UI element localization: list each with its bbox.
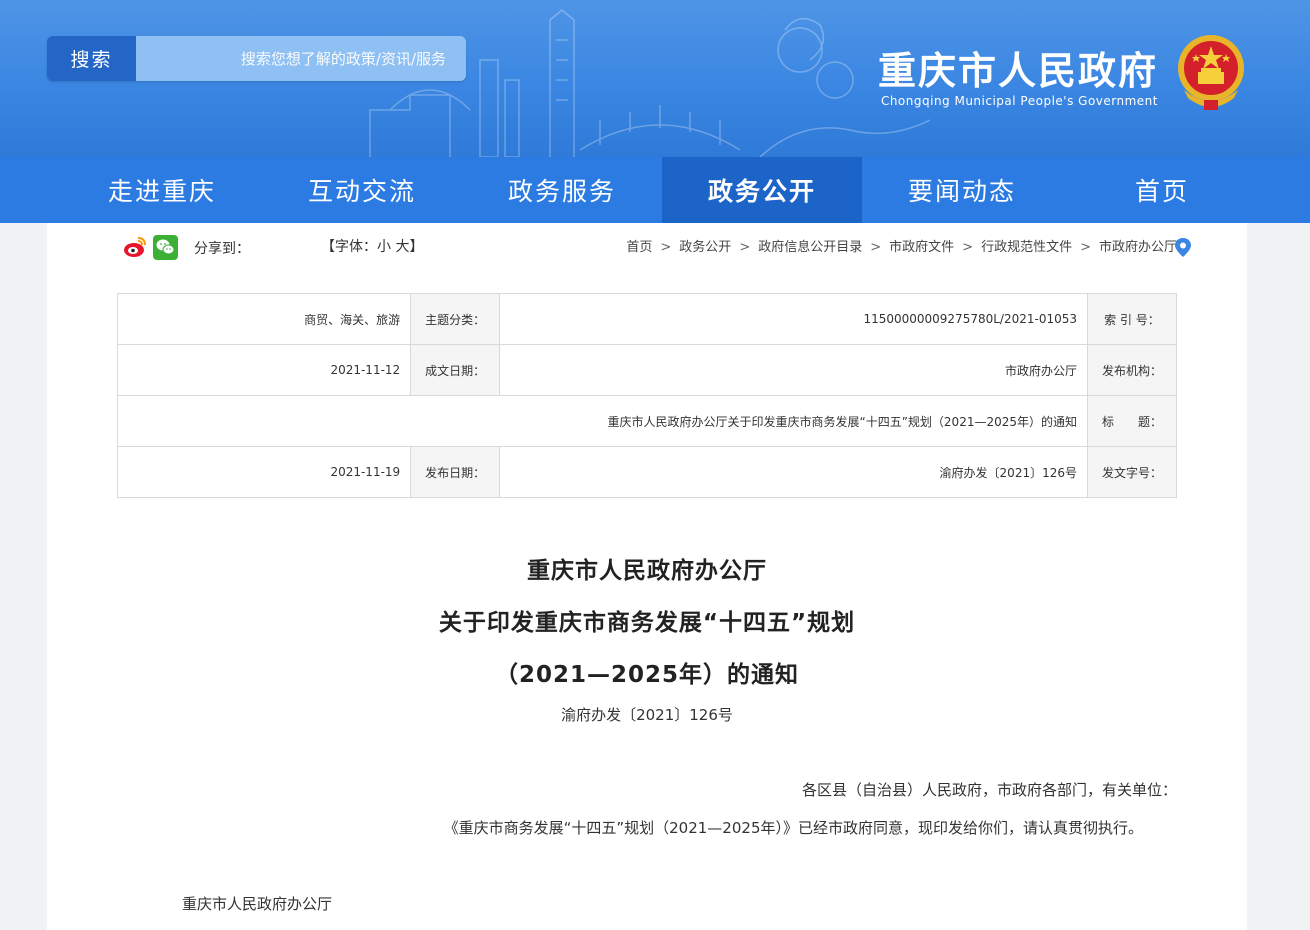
title-label: 标 题： xyxy=(1087,395,1177,447)
breadcrumb-city-docs[interactable]: 市政府文件 xyxy=(889,240,954,255)
breadcrumb-separator: > xyxy=(870,240,882,255)
topic-label: 主题分类： xyxy=(410,293,501,345)
site-title: 重庆市人民政府 xyxy=(877,49,1158,93)
font-ctrl-prefix: 【字体： xyxy=(321,239,377,255)
breadcrumb-gov-affairs[interactable]: 政务公开 xyxy=(679,240,731,255)
date-written-value: 2021-11-12 xyxy=(116,344,412,396)
breadcrumb: 首页 > 政务公开 > 政府信息公开目录 > 市政府文件 > 行政规范性文件 > 市政府办公厅 xyxy=(557,233,1177,263)
national-emblem-icon xyxy=(1178,35,1244,110)
date-pub-value: 2021-11-19 xyxy=(116,446,412,498)
table-row: 2021-11-12 成文日期： 市政府办公厅 发布机构： xyxy=(116,344,1177,396)
nav-item-interaction[interactable]: 互动交流 xyxy=(262,157,462,223)
index-value: 11500000009275780L/2021-01053 xyxy=(499,293,1088,345)
title-value: 重庆市人民政府办公厅关于印发重庆市商务发展“十四五”规划（2021—2025年）… xyxy=(117,395,1088,447)
breadcrumb-separator: > xyxy=(739,240,751,255)
document-number: 渝府办发〔2021〕126号 xyxy=(561,706,733,724)
document-body: 《重庆市商务发展“十四五”规划（2021—2025年）》已经市政府同意，现印发给… xyxy=(443,819,1143,837)
wechat-share-icon[interactable] xyxy=(153,235,178,260)
nav-item-zoujin-chongqing[interactable]: 走进重庆 xyxy=(62,157,262,223)
issuer-label: 发布机构： xyxy=(1087,344,1177,396)
breadcrumb-normative-docs[interactable]: 行政规范性文件 xyxy=(981,240,1072,255)
main-content: 分享到： 【字体：小 大】 首页 > 政务公开 > 政府信息公开目录 > 市政府文件 > 行政规… xyxy=(47,223,1247,930)
nav-item-news[interactable]: 要闻动态 xyxy=(862,157,1062,223)
index-label: 索 引 号： xyxy=(1087,293,1177,345)
topic-value: 商贸、海关、旅游 xyxy=(116,293,412,345)
table-row: 重庆市人民政府办公厅关于印发重庆市商务发展“十四五”规划（2021—2025年）… xyxy=(117,395,1177,447)
doc-no-value: 渝府办发〔2021〕126号 xyxy=(499,446,1088,498)
breadcrumb-home[interactable]: 首页 xyxy=(626,240,652,255)
breadcrumb-separator: > xyxy=(660,240,672,255)
font-size-small[interactable]: 小 xyxy=(377,239,391,255)
document-title-line-3: （2021—2025年）的通知 xyxy=(494,662,800,688)
breadcrumb-general-office[interactable]: 市政府办公厅 xyxy=(1099,240,1177,255)
doc-no-label: 发文字号： xyxy=(1087,446,1177,498)
font-size-large[interactable]: 大 xyxy=(395,239,409,255)
location-pin-icon xyxy=(1175,238,1191,257)
breadcrumb-separator: > xyxy=(962,240,974,255)
search-input[interactable] xyxy=(136,36,466,81)
breadcrumb-separator: > xyxy=(1080,240,1091,255)
document-title-line-2: 关于印发重庆市商务发展“十四五”规划 xyxy=(438,610,856,636)
document-title-line-1: 重庆市人民政府办公厅 xyxy=(527,558,767,584)
search-box: 搜索 xyxy=(47,36,466,81)
main-nav: 走进重庆 互动交流 政务服务 政务公开 要闻动态 首页 xyxy=(0,157,1310,223)
font-ctrl-suffix: 】 xyxy=(409,239,424,255)
search-button[interactable]: 搜索 xyxy=(47,36,136,81)
nav-item-gov-affairs[interactable]: 政务公开 xyxy=(662,157,862,223)
site-subtitle: Chongqing Municipal People's Government xyxy=(880,94,1158,108)
document-signature: 重庆市人民政府办公厅 xyxy=(182,895,333,913)
share-bar: 分享到： xyxy=(122,235,250,260)
date-written-label: 成文日期： xyxy=(410,344,501,396)
weibo-share-icon[interactable] xyxy=(122,235,147,260)
table-row: 商贸、海关、旅游 主题分类： 11500000009275780L/2021-0… xyxy=(116,293,1177,345)
date-pub-label: 发布日期： xyxy=(410,446,501,498)
breadcrumb-info-directory[interactable]: 政府信息公开目录 xyxy=(758,240,862,255)
document-addressee: 各区县（自治县）人民政府，市政府各部门，有关单位： xyxy=(801,781,1177,799)
site-header: 搜索 重庆市人民政府 Chongqing Municipal People's … xyxy=(0,0,1310,157)
nav-item-services[interactable]: 政务服务 xyxy=(462,157,662,223)
font-size-control: 【字体：小 大】 xyxy=(321,236,423,256)
document-info-table: 商贸、海关、旅游 主题分类： 11500000009275780L/2021-0… xyxy=(116,293,1177,498)
site-logo[interactable]: 重庆市人民政府 Chongqing Municipal People's Gov… xyxy=(876,30,1256,120)
table-row: 2021-11-19 发布日期： 渝府办发〔2021〕126号 发文字号： xyxy=(116,446,1177,498)
issuer-value: 市政府办公厅 xyxy=(499,344,1088,396)
nav-item-home[interactable]: 首页 xyxy=(1062,157,1262,223)
share-label: 分享到： xyxy=(194,240,250,257)
